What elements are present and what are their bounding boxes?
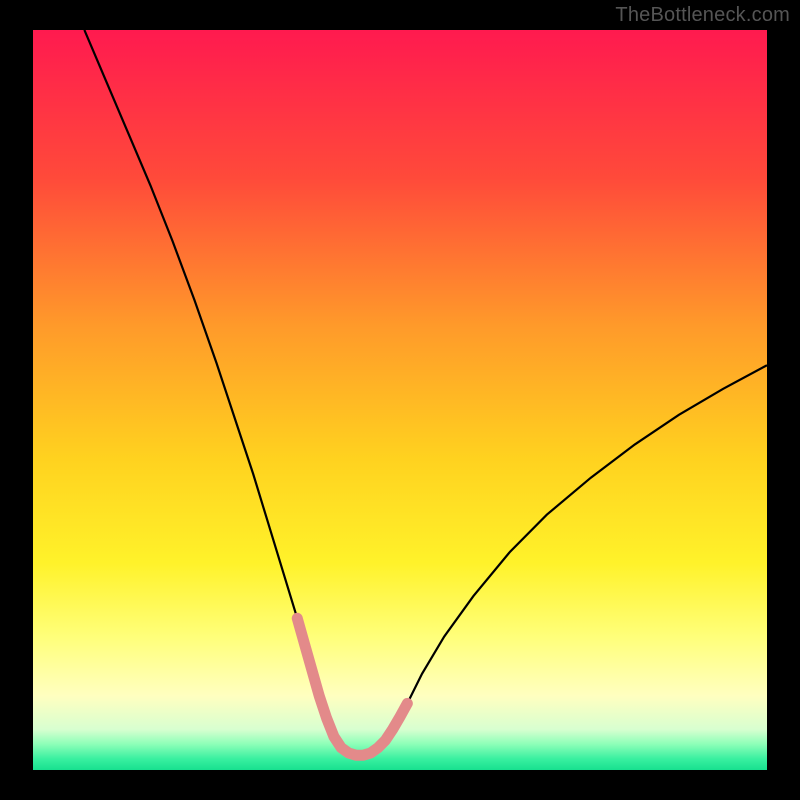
bottleneck-chart: [0, 0, 800, 800]
gradient-background: [33, 30, 767, 770]
watermark-text: TheBottleneck.com: [615, 4, 790, 27]
chart-frame: TheBottleneck.com: [0, 0, 800, 800]
